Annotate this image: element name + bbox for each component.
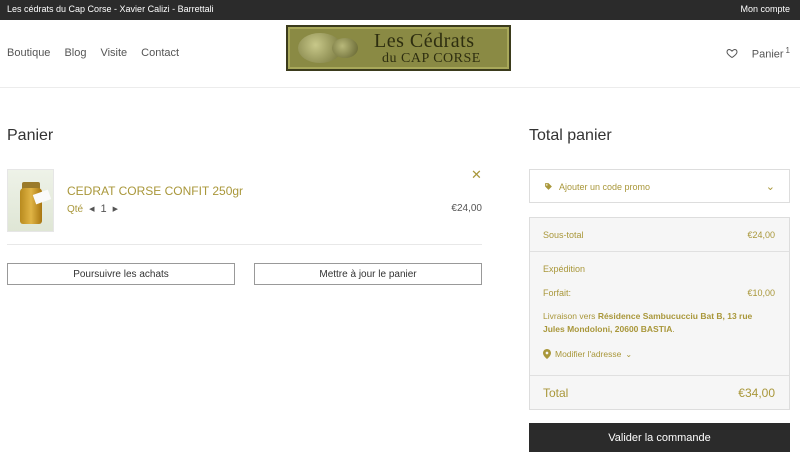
total-value: €34,00 [738, 386, 775, 400]
shipping-label: Expédition [543, 264, 586, 274]
cedrat-slice-icon [332, 38, 358, 58]
modify-address-label: Modifier l'adresse [555, 349, 622, 359]
qty-decrease-icon[interactable]: ◀ [89, 205, 94, 213]
top-bar: Les cédrats du Cap Corse - Xavier Calizi… [0, 0, 800, 20]
separator [530, 251, 789, 252]
product-image[interactable] [7, 169, 54, 232]
remove-item-icon[interactable]: ✕ [471, 167, 482, 183]
tag-icon [545, 183, 552, 190]
update-cart-button[interactable]: Mettre à jour le panier [254, 263, 482, 285]
modify-address-link[interactable]: Modifier l'adresse ⌄ [543, 349, 632, 359]
nav-item-boutique[interactable]: Boutique [7, 47, 50, 59]
divider [7, 244, 482, 245]
subtotal-label: Sous-total [543, 230, 584, 240]
heart-icon[interactable] [726, 47, 738, 59]
cart-label: Panier [751, 48, 784, 61]
checkout-button[interactable]: Valider la commande [529, 423, 790, 452]
location-pin-icon [543, 349, 551, 359]
item-price: €24,00 [451, 203, 482, 214]
chevron-down-small-icon: ⌄ [625, 349, 633, 359]
cart-totals-title: Total panier [529, 127, 612, 144]
package-value: €10,00 [747, 288, 775, 298]
nav-item-contact[interactable]: Contact [141, 47, 179, 59]
total-label: Total [543, 386, 569, 400]
site-logo[interactable]: Les Cédrats du CAP CORSE [286, 25, 511, 71]
delivery-address: Livraison vers Résidence Sambucucciu Bat… [543, 310, 773, 336]
quantity-stepper: Qté ◀ 1 ▶ [67, 203, 118, 215]
delivery-suffix: . [672, 324, 675, 334]
promo-code-toggle[interactable]: Ajouter un code promo ⌄ [529, 169, 790, 203]
separator [530, 375, 789, 376]
subtotal-value: €24,00 [747, 230, 775, 240]
my-account-link[interactable]: Mon compte [740, 4, 790, 14]
header-actions: Panier 1 [726, 46, 790, 61]
logo-line1: Les Cédrats [374, 30, 475, 52]
qty-value[interactable]: 1 [101, 203, 107, 215]
product-name-link[interactable]: CEDRAT CORSE CONFIT 250gr [67, 184, 243, 198]
site-title: Les cédrats du Cap Corse - Xavier Calizi… [7, 4, 214, 14]
qty-label: Qté [67, 203, 84, 215]
nav-item-visite[interactable]: Visite [100, 47, 127, 59]
delivery-prefix: Livraison vers [543, 311, 596, 321]
continue-shopping-button[interactable]: Poursuivre les achats [7, 263, 235, 285]
logo-line2: du CAP CORSE [382, 51, 481, 66]
main-nav: Boutique Blog Visite Contact [7, 47, 179, 59]
qty-increase-icon[interactable]: ▶ [113, 205, 118, 213]
totals-box: Sous-total €24,00 Expédition Forfait: €1… [529, 217, 790, 410]
cart-title: Panier [7, 127, 54, 144]
header-cart-link[interactable]: Panier 1 [752, 46, 790, 61]
nav-item-blog[interactable]: Blog [64, 47, 86, 59]
site-header: Boutique Blog Visite Contact Les Cédrats… [0, 20, 800, 88]
package-label: Forfait: [543, 288, 572, 298]
cart-count-badge: 1 [785, 46, 790, 55]
chevron-down-icon: ⌄ [765, 181, 775, 193]
promo-label: Ajouter un code promo [559, 182, 651, 192]
